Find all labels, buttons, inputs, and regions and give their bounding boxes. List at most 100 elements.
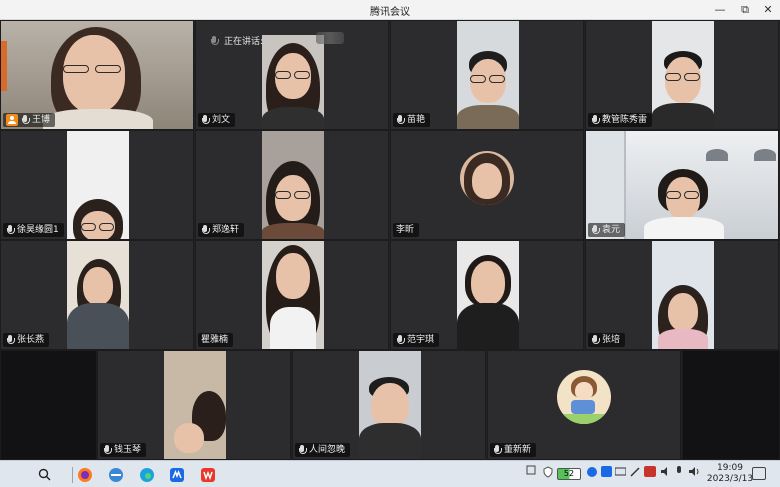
microphone-tray-icon[interactable]	[675, 466, 683, 480]
speaking-indicator: 正在讲话:	[210, 34, 263, 47]
participant-name: 张长燕	[17, 335, 45, 345]
participant-name: 苗艳	[407, 115, 426, 125]
participant-name-label: 苗艳	[393, 113, 431, 127]
participant-name-label: 刘文	[198, 113, 236, 127]
participant-video	[359, 351, 421, 459]
pen-icon[interactable]	[630, 466, 640, 480]
participant-tile[interactable]: 张长燕	[0, 240, 194, 350]
video-grid: 王博 刘文 苗艳 教管陈秀雷 徐昊缘圆1 郑逸轩 李昕 袁元 张长燕 瞿雅楠 范…	[0, 20, 780, 460]
clock[interactable]: 19:09 2023/3/13	[705, 463, 755, 485]
microphone-icon	[396, 335, 405, 345]
participant-tile[interactable]: 教管陈秀雷	[585, 20, 779, 130]
participant-name: 李昕	[396, 225, 415, 235]
window-title: 腾讯会议	[370, 7, 410, 18]
close-button[interactable]: ✕	[756, 1, 780, 19]
wps-icon[interactable]	[199, 466, 216, 483]
participant-tile[interactable]: 范宇琪	[390, 240, 584, 350]
participant-avatar	[460, 151, 514, 205]
participant-video	[67, 131, 129, 239]
participant-video	[457, 241, 519, 349]
participant-name: 袁元	[602, 225, 621, 235]
keyboard-icon[interactable]	[614, 466, 627, 480]
tray-overflow-icon[interactable]	[526, 465, 536, 478]
microphone-icon	[210, 35, 219, 46]
participant-name-label: 徐昊缘圆1	[3, 223, 64, 237]
participant-name-label: 王博	[3, 113, 56, 127]
participant-name: 徐昊缘圆1	[17, 225, 59, 235]
participant-tile[interactable]: 瞿雅楠	[195, 240, 389, 350]
clock-date: 2023/3/13	[706, 474, 754, 484]
empty-tile	[0, 350, 97, 460]
participant-tile[interactable]: 徐昊缘圆1	[0, 130, 194, 240]
participant-tile[interactable]: 袁元	[585, 130, 779, 240]
empty-tile	[682, 350, 780, 460]
participant-tile[interactable]: 王博	[0, 20, 194, 130]
participant-name: 钱玉琴	[114, 445, 142, 455]
participant-video	[457, 21, 519, 129]
bluetooth-icon[interactable]	[587, 466, 597, 481]
participant-name-label: 张培	[588, 333, 626, 347]
participant-video	[652, 241, 714, 349]
shield-icon[interactable]	[543, 466, 553, 481]
participant-name-label: 袁元	[588, 223, 626, 237]
microphone-icon	[6, 225, 15, 235]
ie-icon[interactable]	[107, 466, 124, 483]
participant-name: 范宇琪	[407, 335, 435, 345]
participant-name-label: 瞿雅楠	[198, 333, 234, 347]
participant-video	[262, 241, 324, 349]
edge-icon[interactable]	[138, 466, 155, 483]
microphone-icon	[298, 445, 307, 455]
participant-tile[interactable]: 李昕	[390, 130, 584, 240]
participant-name-label: 李昕	[393, 223, 420, 237]
microphone-icon	[591, 225, 600, 235]
participant-name-label: 人间忽晚	[295, 443, 351, 457]
microphone-icon	[201, 225, 210, 235]
tencent-meeting-icon[interactable]	[168, 466, 185, 483]
speaking-label: 正在讲话:	[224, 37, 264, 47]
minimize-button[interactable]: —	[708, 1, 732, 19]
microphone-icon	[103, 445, 112, 455]
participant-name: 瞿雅楠	[201, 335, 229, 345]
participant-video	[652, 21, 714, 129]
participant-name: 张培	[602, 335, 621, 345]
participant-avatar	[557, 370, 611, 424]
participant-video	[67, 241, 129, 349]
participant-name-label: 范宇琪	[393, 333, 440, 347]
participant-name: 教管陈秀雷	[602, 115, 648, 125]
microphone-icon	[6, 335, 15, 345]
microphone-icon	[396, 115, 405, 125]
clock-time: 19:09	[717, 463, 743, 473]
participant-tile[interactable]: 人间忽晚	[292, 350, 486, 460]
participant-name: 董新新	[504, 445, 532, 455]
taskbar: 52 19:09 2023/3/13	[0, 460, 780, 487]
microphone-icon	[21, 115, 30, 125]
speaker-name-obscured	[316, 32, 344, 44]
notification-icon[interactable]	[752, 467, 766, 480]
participant-tile[interactable]: 郑逸轩	[195, 130, 389, 240]
title-bar: 腾讯会议 — ⧉ ✕	[0, 0, 780, 20]
microphone-icon	[201, 115, 210, 125]
microphone-icon	[591, 115, 600, 125]
battery-indicator[interactable]: 52	[557, 468, 581, 480]
participant-name-label: 郑逸轩	[198, 223, 245, 237]
speaker-icon[interactable]	[688, 466, 700, 480]
app-tray-icon[interactable]	[601, 466, 612, 480]
network-icon[interactable]	[644, 466, 656, 480]
volume-icon[interactable]	[660, 466, 672, 480]
maximize-button[interactable]: ⧉	[733, 1, 757, 19]
participant-name: 郑逸轩	[212, 225, 240, 235]
participant-tile[interactable]: 董新新	[487, 350, 681, 460]
participant-video	[164, 351, 226, 459]
participant-name: 刘文	[212, 115, 231, 125]
search-icon[interactable]	[36, 466, 53, 483]
participant-name: 人间忽晚	[309, 445, 346, 455]
participant-video	[262, 131, 324, 239]
participant-tile[interactable]: 张培	[585, 240, 779, 350]
participant-name: 王博	[32, 115, 51, 125]
windows-icon[interactable]	[8, 468, 21, 481]
firefox-icon[interactable]	[76, 466, 93, 483]
participant-tile[interactable]: 苗艳	[390, 20, 584, 130]
participant-video	[262, 35, 324, 129]
participant-tile[interactable]: 钱玉琴	[97, 350, 291, 460]
microphone-icon	[591, 335, 600, 345]
